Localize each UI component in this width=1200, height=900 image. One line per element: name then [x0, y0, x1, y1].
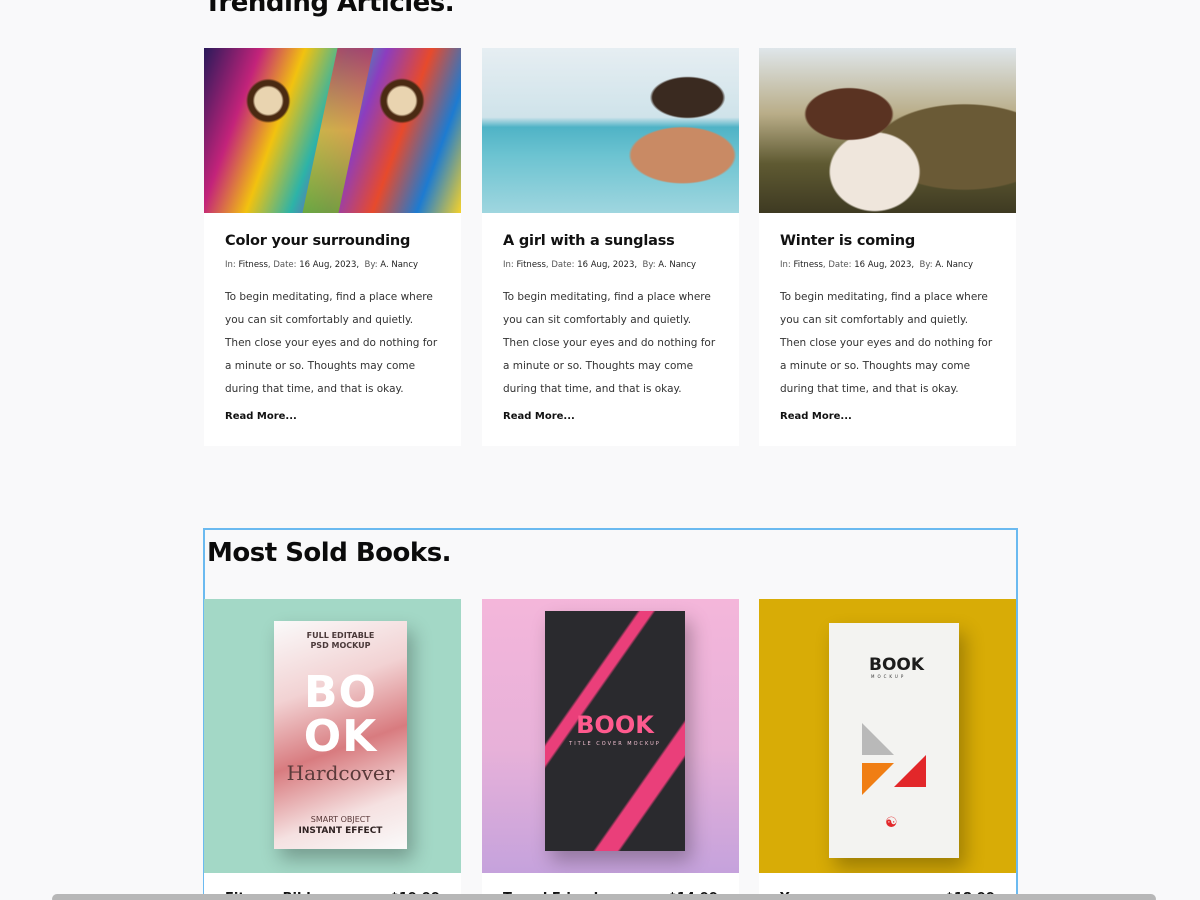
article-card: Winter is coming In: Fitness, Date: 16 A… — [759, 48, 1016, 446]
book-card[interactable]: FULL EDITABLE PSD MOCKUP BO OK Hardcover S… — [204, 599, 461, 900]
article-author-link[interactable]: A. Nancy — [658, 260, 696, 270]
article-author-link[interactable]: A. Nancy — [380, 260, 418, 270]
triangle-decoration-icon — [862, 763, 894, 795]
article-image-painted-face[interactable] — [204, 48, 461, 213]
article-excerpt: To begin meditating, find a place where … — [225, 291, 438, 395]
read-more-link[interactable]: Read More... — [503, 411, 718, 422]
article-category-link[interactable]: Fitness — [793, 260, 822, 270]
article-meta: In: Fitness, Date: 16 Aug, 2023, By: A. … — [503, 260, 697, 270]
article-card: A girl with a sunglass In: Fitness, Date… — [482, 48, 739, 446]
horizontal-scrollbar[interactable] — [52, 894, 1156, 900]
book-dark-pink-mockup: BOOK TITLE COVER MOCKUP — [545, 611, 685, 851]
article-image-beach-girl[interactable] — [482, 48, 739, 213]
book-cover-image[interactable]: BOOK MOCKUP ☯ — [759, 599, 1016, 873]
read-more-link[interactable]: Read More... — [780, 411, 995, 422]
book-hardcover-mockup: FULL EDITABLE PSD MOCKUP BO OK Hardcover S… — [274, 621, 407, 849]
book-white-mockup: BOOK MOCKUP ☯ — [829, 623, 959, 858]
read-more-link[interactable]: Read More... — [225, 411, 440, 422]
article-excerpt: To begin meditating, find a place where … — [503, 291, 716, 395]
article-meta: In: Fitness, Date: 16 Aug, 2023, By: A. … — [225, 260, 419, 270]
article-card: Color your surrounding In: Fitness, Date… — [204, 48, 461, 446]
article-title[interactable]: A girl with a sunglass — [503, 233, 718, 249]
book-card[interactable]: BOOK TITLE COVER MOCKUP Travel Friend $1… — [482, 599, 739, 900]
article-category-link[interactable]: Fitness — [238, 260, 267, 270]
article-excerpt: To begin meditating, find a place where … — [780, 291, 993, 395]
most-sold-books-title: Most Sold Books. — [207, 538, 452, 568]
article-image-winter-woman[interactable] — [759, 48, 1016, 213]
publisher-logo-icon: ☯ — [885, 815, 898, 831]
article-title[interactable]: Winter is coming — [780, 233, 995, 249]
article-meta: In: Fitness, Date: 16 Aug, 2023, By: A. … — [780, 260, 974, 270]
article-category-link[interactable]: Fitness — [516, 260, 545, 270]
book-cover-image[interactable]: FULL EDITABLE PSD MOCKUP BO OK Hardcover S… — [204, 599, 461, 873]
book-cover-image[interactable]: BOOK TITLE COVER MOCKUP — [482, 599, 739, 873]
article-title[interactable]: Color your surrounding — [225, 233, 440, 249]
triangle-decoration-icon — [862, 723, 894, 755]
article-author-link[interactable]: A. Nancy — [935, 260, 973, 270]
triangle-decoration-icon — [894, 755, 926, 787]
trending-articles-title: Trending Articles. — [204, 0, 455, 18]
book-card[interactable]: BOOK MOCKUP ☯ Yoga guru $18.99 — [759, 599, 1016, 900]
